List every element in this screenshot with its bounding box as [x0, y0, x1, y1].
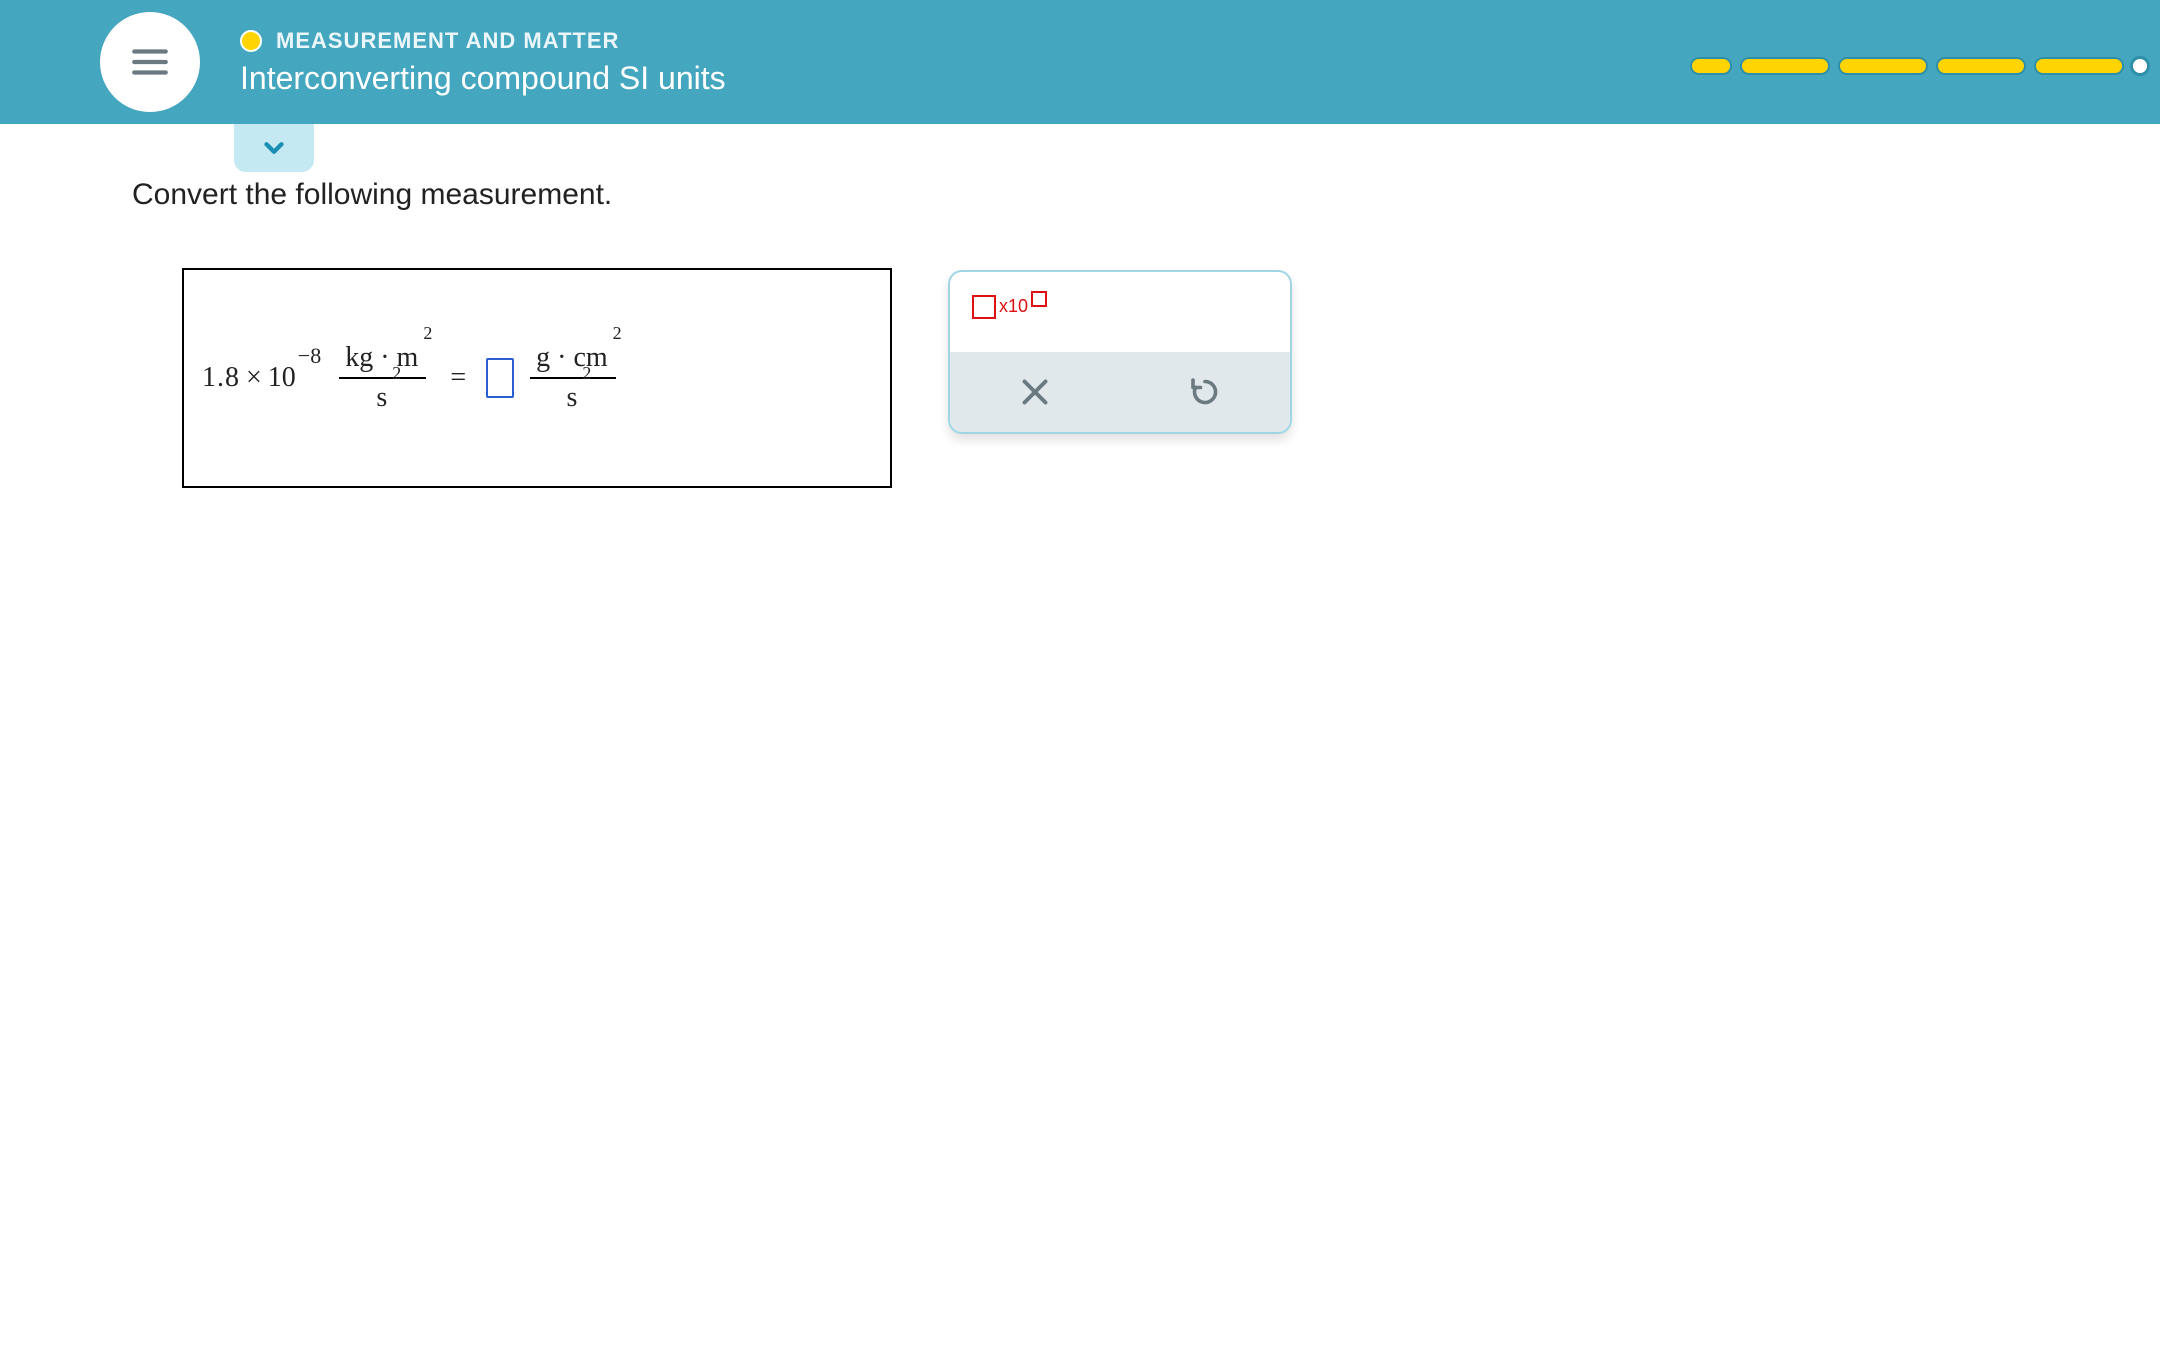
equation-box: 1.8 × 10 −8 kg · m 2 s 2 = g · cm 2 [182, 268, 892, 488]
progress-segment [1740, 57, 1830, 75]
unit-cm-exponent: 2 [613, 323, 622, 345]
coefficient: 1.8 [202, 362, 240, 394]
close-icon [1017, 374, 1053, 410]
unit-s: s [376, 382, 387, 413]
palette-actions [950, 352, 1290, 432]
unit-dot: · [557, 342, 566, 373]
equals-symbol: = [450, 362, 466, 394]
fraction-bar-icon [530, 377, 616, 379]
exponent: −8 [298, 343, 321, 369]
progress-segment [1936, 57, 2026, 75]
breadcrumb-label: MEASUREMENT AND MATTER [276, 28, 619, 54]
header-bar: MEASUREMENT AND MATTER Interconverting c… [0, 0, 2160, 124]
unit-s-exponent: 2 [392, 363, 401, 385]
progress-segment [1690, 57, 1732, 75]
scientific-notation-tool[interactable]: x10 [968, 287, 1051, 323]
tool-palette: x10 [948, 270, 1292, 434]
unit-m-exponent: 2 [423, 323, 432, 345]
progress-bar [1690, 56, 2150, 76]
progress-segment [1838, 57, 1928, 75]
question-prompt: Convert the following measurement. [132, 178, 612, 212]
from-unit-numerator: kg · m 2 [339, 341, 426, 375]
x10-label: x10 [999, 296, 1028, 317]
from-unit-fraction: kg · m 2 s 2 [339, 341, 426, 414]
menu-button[interactable] [100, 12, 200, 112]
header-titles: MEASUREMENT AND MATTER Interconverting c… [240, 28, 726, 97]
undo-icon [1187, 374, 1223, 410]
unit-dot: · [380, 342, 389, 373]
chevron-down-icon [259, 133, 289, 163]
palette-tools: x10 [950, 272, 1290, 352]
to-unit-fraction: g · cm 2 s 2 [530, 341, 616, 414]
base-ten: 10 [268, 362, 296, 394]
unit-g: g [536, 342, 550, 373]
breadcrumb: MEASUREMENT AND MATTER [240, 28, 726, 54]
unit-kg: kg [345, 342, 373, 373]
clear-button[interactable] [1011, 368, 1059, 416]
to-unit-numerator: g · cm 2 [530, 341, 616, 375]
unit-s-exponent: 2 [582, 363, 591, 385]
times-symbol: × [246, 362, 262, 394]
fraction-bar-icon [339, 377, 426, 379]
progress-segment [2034, 57, 2124, 75]
from-unit-denominator: s 2 [370, 381, 395, 415]
to-unit-denominator: s 2 [560, 381, 585, 415]
placeholder-exponent-box-icon [1031, 291, 1047, 307]
page-title: Interconverting compound SI units [240, 60, 726, 97]
answer-input[interactable] [486, 358, 514, 398]
undo-button[interactable] [1181, 368, 1229, 416]
goal-marker-icon [2130, 56, 2150, 76]
placeholder-box-icon [972, 295, 996, 319]
status-dot-icon [240, 30, 262, 52]
unit-s: s [566, 382, 577, 413]
hamburger-icon [129, 41, 171, 83]
expand-button[interactable] [234, 124, 314, 172]
